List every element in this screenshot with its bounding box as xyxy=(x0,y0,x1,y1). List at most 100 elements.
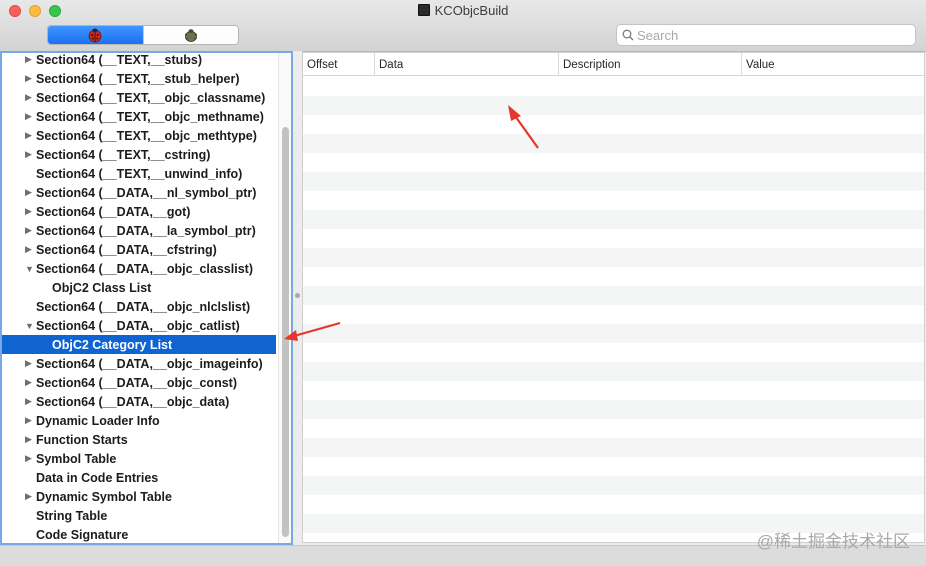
disclosure-triangle-collapsed-icon[interactable]: ▶ xyxy=(25,92,34,103)
disclosure-triangle-collapsed-icon[interactable]: ▶ xyxy=(25,206,34,217)
document-icon xyxy=(417,4,430,16)
outline-item-label: Section64 (__DATA,__got) xyxy=(36,204,191,219)
column-header-data[interactable]: Data xyxy=(374,53,558,76)
disclosure-triangle-expanded-icon[interactable]: ▼ xyxy=(25,321,34,331)
outline-item[interactable]: ▶ Section64 (__TEXT,__objc_methtype) xyxy=(2,126,276,145)
outline-item-label: Function Starts xyxy=(36,432,128,447)
outline-item[interactable]: Section64 (__DATA,__objc_nlclslist) xyxy=(2,297,276,316)
table-row xyxy=(303,400,924,419)
outline-item[interactable]: ▶ Function Starts xyxy=(2,430,276,449)
outline-item[interactable]: ▶ Dynamic Symbol Table xyxy=(2,487,276,506)
search-field[interactable] xyxy=(616,24,916,46)
outline-item[interactable]: ▶ Section64 (__TEXT,__objc_methname) xyxy=(2,107,276,126)
window-title-text: KCObjcBuild xyxy=(434,3,509,18)
outline-item-label: Code Signature xyxy=(36,527,129,542)
outline-item[interactable]: ▶ Section64 (__DATA,__objc_imageinfo) xyxy=(2,354,276,373)
table-row xyxy=(303,381,924,400)
column-header-value[interactable]: Value xyxy=(741,53,924,76)
outline-item-label: Section64 (__DATA,__nl_symbol_ptr) xyxy=(36,185,257,200)
outline-item[interactable]: ▶ Section64 (__TEXT,__cstring) xyxy=(2,145,276,164)
disclosure-triangle-collapsed-icon[interactable]: ▶ xyxy=(25,244,34,255)
title-bar: KCObjcBuild xyxy=(0,0,926,52)
outline-item-label: Section64 (__DATA,__objc_catlist) xyxy=(36,318,240,333)
disclosure-triangle-collapsed-icon[interactable]: ▶ xyxy=(25,434,34,445)
table-row xyxy=(303,77,924,96)
table-row xyxy=(303,324,924,343)
outline-item[interactable]: String Table xyxy=(2,506,276,525)
disclosure-triangle-collapsed-icon[interactable]: ▶ xyxy=(25,415,34,426)
outline-item[interactable]: ▶ Section64 (__TEXT,__objc_classname) xyxy=(2,88,276,107)
outline-item[interactable]: ▶ Section64 (__DATA,__nl_symbol_ptr) xyxy=(2,183,276,202)
table-row xyxy=(303,229,924,248)
table-row xyxy=(303,172,924,191)
disclosure-triangle-collapsed-icon[interactable]: ▶ xyxy=(25,149,34,160)
outline-item[interactable]: Code Signature xyxy=(2,525,276,543)
disclosure-triangle-expanded-icon[interactable]: ▼ xyxy=(25,264,34,274)
table-row xyxy=(303,419,924,438)
outline-item[interactable]: ▶ Symbol Table xyxy=(2,449,276,468)
outline-item[interactable]: Data in Code Entries xyxy=(2,468,276,487)
outline-item[interactable]: ObjC2 Class List xyxy=(2,278,276,297)
outline-item[interactable]: ▶ Section64 (__DATA,__objc_const) xyxy=(2,373,276,392)
disclosure-triangle-collapsed-icon[interactable]: ▶ xyxy=(25,187,34,198)
outline-scroll-thumb[interactable] xyxy=(282,127,289,537)
detail-table[interactable]: Offset Data Description Value xyxy=(302,52,925,543)
outline-item[interactable]: ▶ Section64 (__DATA,__la_symbol_ptr) xyxy=(2,221,276,240)
watermark: @稀土掘金技术社区 xyxy=(756,532,910,551)
disclosure-triangle-collapsed-icon[interactable]: ▶ xyxy=(25,54,34,65)
ladybug-icon xyxy=(88,28,102,43)
table-row xyxy=(303,134,924,153)
table-row xyxy=(303,476,924,495)
disclosure-triangle-collapsed-icon[interactable]: ▶ xyxy=(25,396,34,407)
disclosure-triangle-collapsed-icon[interactable]: ▶ xyxy=(25,130,34,141)
search-input[interactable] xyxy=(637,27,907,43)
disclosure-triangle-collapsed-icon[interactable]: ▶ xyxy=(25,491,34,502)
table-row xyxy=(303,286,924,305)
outline-item-label: Section64 (__DATA,__objc_nlclslist) xyxy=(36,299,251,314)
table-row xyxy=(303,495,924,514)
column-header-offset[interactable]: Offset xyxy=(303,53,374,76)
segment-mach-o-view[interactable] xyxy=(48,26,143,44)
window-title: KCObjcBuild xyxy=(0,3,926,18)
outline-item-label: Section64 (__TEXT,__cstring) xyxy=(36,147,211,162)
outline-item[interactable]: ObjC2 Category List xyxy=(2,335,276,354)
table-body xyxy=(303,77,924,542)
table-row xyxy=(303,210,924,229)
outline-item[interactable]: ▶ Section64 (__DATA,__cfstring) xyxy=(2,240,276,259)
table-row xyxy=(303,457,924,476)
outline-item-label: Section64 (__DATA,__objc_data) xyxy=(36,394,230,409)
outline-item[interactable]: ▼ Section64 (__DATA,__objc_classlist) xyxy=(2,259,276,278)
outline-item-label: Section64 (__TEXT,__stub_helper) xyxy=(36,71,240,86)
split-view-divider[interactable] xyxy=(293,51,302,545)
table-header: Offset Data Description Value xyxy=(303,53,924,76)
outline-item-label: Section64 (__TEXT,__objc_classname) xyxy=(36,90,266,105)
outline-item[interactable]: ▼ Section64 (__DATA,__objc_catlist) xyxy=(2,316,276,335)
section-outline-view[interactable]: ▶ Section64 (__TEXT,__stubs) ▶ Section64 (_… xyxy=(0,51,293,545)
outline-item-label: Dynamic Loader Info xyxy=(36,413,160,428)
disclosure-triangle-collapsed-icon[interactable]: ▶ xyxy=(25,73,34,84)
column-header-description[interactable]: Description xyxy=(558,53,741,76)
outline-item[interactable]: ▶ Dynamic Loader Info xyxy=(2,411,276,430)
segment-raw-view[interactable] xyxy=(142,26,238,44)
disclosure-triangle-collapsed-icon[interactable]: ▶ xyxy=(25,225,34,236)
disclosure-triangle-collapsed-icon[interactable]: ▶ xyxy=(25,377,34,388)
outline-item-label: ObjC2 Class List xyxy=(52,280,152,295)
outline-item[interactable]: ▶ Section64 (__DATA,__objc_data) xyxy=(2,392,276,411)
table-row xyxy=(303,343,924,362)
outline-item-label: Section64 (__TEXT,__unwind_info) xyxy=(36,166,243,181)
outline-item[interactable]: ▶ Section64 (__TEXT,__stub_helper) xyxy=(2,69,276,88)
outline-item[interactable]: ▶ Section64 (__TEXT,__stubs) xyxy=(2,53,276,69)
disclosure-triangle-collapsed-icon[interactable]: ▶ xyxy=(25,453,34,464)
app-window: KCObjcBuild Search ▶ Section64 (__TEXT,_… xyxy=(0,0,926,566)
outline-item[interactable]: Section64 (__TEXT,__unwind_info) xyxy=(2,164,276,183)
outline-item[interactable]: ▶ Section64 (__DATA,__got) xyxy=(2,202,276,221)
table-row xyxy=(303,248,924,267)
outline-vertical-scrollbar[interactable] xyxy=(278,53,291,543)
view-mode-segmented-control[interactable] xyxy=(47,25,239,45)
disclosure-triangle-collapsed-icon[interactable]: ▶ xyxy=(25,111,34,122)
divider-grip-icon xyxy=(295,293,300,298)
search-icon xyxy=(622,29,634,41)
outline-item-label: String Table xyxy=(36,508,108,523)
disclosure-triangle-collapsed-icon[interactable]: ▶ xyxy=(25,358,34,369)
outline-item-label: Dynamic Symbol Table xyxy=(36,489,172,504)
